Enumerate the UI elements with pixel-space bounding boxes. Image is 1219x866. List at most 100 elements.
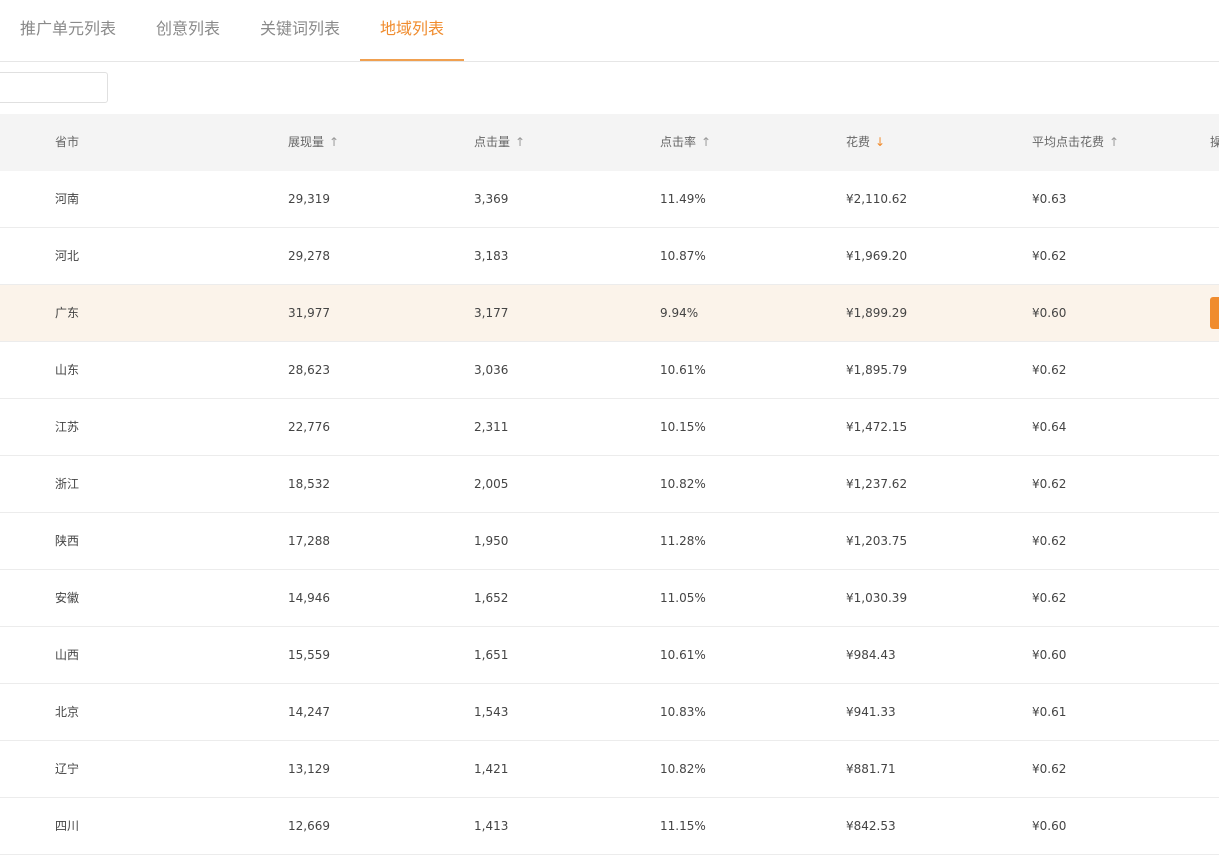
cell-clicks: 1,413 (474, 819, 509, 833)
tab-keywords[interactable]: 关键词列表 (240, 0, 360, 61)
cell-cost: ¥1,899.29 (846, 306, 908, 320)
row-action-button[interactable] (1210, 297, 1219, 329)
cell-province: 河南 (55, 192, 80, 206)
cell-avg-cpc: ¥0.62 (1032, 249, 1067, 263)
table-row[interactable]: 山东 28,623 3,036 10.61% ¥1,895.79 ¥0.62 (0, 342, 1219, 399)
cell-impressions: 29,278 (288, 249, 330, 263)
cell-avg-cpc: ¥0.64 (1032, 420, 1067, 434)
cell-clicks: 3,036 (474, 363, 509, 377)
cell-province: 北京 (55, 705, 80, 719)
header-province: 省市 (55, 135, 80, 149)
cell-cost: ¥941.33 (846, 705, 896, 719)
cell-clicks: 3,183 (474, 249, 509, 263)
header-avg-cpc[interactable]: 平均点击花费 ↑ (1032, 114, 1119, 171)
cell-ctr: 11.05% (660, 591, 706, 605)
cell-cost: ¥1,203.75 (846, 534, 908, 548)
cell-ctr: 10.15% (660, 420, 706, 434)
tab-regions[interactable]: 地域列表 (360, 0, 464, 61)
cell-avg-cpc: ¥0.62 (1032, 762, 1067, 776)
cell-clicks: 1,652 (474, 591, 509, 605)
cell-avg-cpc: ¥0.63 (1032, 192, 1067, 206)
table-row[interactable]: 安徽 14,946 1,652 11.05% ¥1,030.39 ¥0.62 (0, 570, 1219, 627)
cell-avg-cpc: ¥0.60 (1032, 306, 1067, 320)
cell-clicks: 1,421 (474, 762, 509, 776)
table-row[interactable]: 河北 29,278 3,183 10.87% ¥1,969.20 ¥0.62 (0, 228, 1219, 285)
table-row[interactable]: 陕西 17,288 1,950 11.28% ¥1,203.75 ¥0.62 (0, 513, 1219, 570)
table-row[interactable]: 四川 12,669 1,413 11.15% ¥842.53 ¥0.60 (0, 798, 1219, 855)
cell-impressions: 29,319 (288, 192, 330, 206)
cell-province: 广东 (55, 306, 80, 320)
table-row[interactable]: 河南 29,319 3,369 11.49% ¥2,110.62 ¥0.63 (0, 171, 1219, 228)
sort-up-icon[interactable]: ↑ (701, 114, 711, 171)
cell-clicks: 2,005 (474, 477, 509, 491)
header-avg-cpc-label: 平均点击花费 (1032, 135, 1105, 149)
cell-ctr: 11.49% (660, 192, 706, 206)
cell-province: 四川 (55, 819, 80, 833)
cell-cost: ¥1,895.79 (846, 363, 908, 377)
cell-avg-cpc: ¥0.62 (1032, 477, 1067, 491)
cell-province: 辽宁 (55, 762, 80, 776)
cell-ctr: 9.94% (660, 306, 699, 320)
cell-ctr: 10.87% (660, 249, 706, 263)
table-header: 省市 展现量 ↑ 点击量 ↑ 点击率 ↑ 花费 ↓ 平均点击花费 ↑ 操 (0, 114, 1219, 171)
table-row[interactable]: 江苏 22,776 2,311 10.15% ¥1,472.15 ¥0.64 (0, 399, 1219, 456)
cell-avg-cpc: ¥0.62 (1032, 591, 1067, 605)
sort-down-icon[interactable]: ↓ (875, 114, 885, 171)
header-impressions[interactable]: 展现量 ↑ (288, 114, 339, 171)
cell-province: 浙江 (55, 477, 80, 491)
cell-ctr: 10.83% (660, 705, 706, 719)
table-body: 河南 29,319 3,369 11.49% ¥2,110.62 ¥0.63 河北 29,27… (0, 171, 1219, 855)
cell-clicks: 1,543 (474, 705, 509, 719)
cell-avg-cpc: ¥0.62 (1032, 534, 1067, 548)
cell-ctr: 10.61% (660, 648, 706, 662)
cell-ctr: 10.82% (660, 762, 706, 776)
table-row[interactable]: 北京 14,247 1,543 10.83% ¥941.33 ¥0.61 (0, 684, 1219, 741)
header-clicks[interactable]: 点击量 ↑ (474, 114, 525, 171)
header-operation: 操 (1210, 135, 1219, 149)
cell-cost: ¥881.71 (846, 762, 896, 776)
cell-cost: ¥1,969.20 (846, 249, 908, 263)
cell-cost: ¥1,472.15 (846, 420, 908, 434)
region-table: 省市 展现量 ↑ 点击量 ↑ 点击率 ↑ 花费 ↓ 平均点击花费 ↑ 操 河南 29,319… (0, 114, 1219, 855)
tab-creatives[interactable]: 创意列表 (136, 0, 240, 61)
cell-cost: ¥2,110.62 (846, 192, 908, 206)
search-input[interactable] (0, 72, 108, 103)
tab-ad-units[interactable]: 推广单元列表 (0, 0, 136, 61)
sort-up-icon[interactable]: ↑ (515, 114, 525, 171)
page: 推广单元列表 创意列表 关键词列表 地域列表 省市 展现量 ↑ 点击量 ↑ 点击率 ↑… (0, 0, 1219, 866)
cell-impressions: 31,977 (288, 306, 330, 320)
sort-up-icon[interactable]: ↑ (1109, 114, 1119, 171)
cell-clicks: 3,177 (474, 306, 509, 320)
cell-avg-cpc: ¥0.61 (1032, 705, 1067, 719)
sort-up-icon[interactable]: ↑ (329, 114, 339, 171)
tab-bar: 推广单元列表 创意列表 关键词列表 地域列表 (0, 0, 1219, 62)
cell-province: 山西 (55, 648, 80, 662)
table-row[interactable]: 辽宁 13,129 1,421 10.82% ¥881.71 ¥0.62 (0, 741, 1219, 798)
table-row[interactable]: 山西 15,559 1,651 10.61% ¥984.43 ¥0.60 (0, 627, 1219, 684)
cell-province: 安徽 (55, 591, 80, 605)
cell-cost: ¥842.53 (846, 819, 896, 833)
cell-ctr: 10.82% (660, 477, 706, 491)
table-row[interactable]: 浙江 18,532 2,005 10.82% ¥1,237.62 ¥0.62 (0, 456, 1219, 513)
cell-impressions: 15,559 (288, 648, 330, 662)
cell-clicks: 1,651 (474, 648, 509, 662)
table-row[interactable]: 广东 31,977 3,177 9.94% ¥1,899.29 ¥0.60 (0, 285, 1219, 342)
header-cost[interactable]: 花费 ↓ (846, 114, 885, 171)
cell-cost: ¥1,237.62 (846, 477, 908, 491)
cell-impressions: 14,946 (288, 591, 330, 605)
cell-clicks: 1,950 (474, 534, 509, 548)
header-clicks-label: 点击量 (474, 135, 511, 149)
header-ctr[interactable]: 点击率 ↑ (660, 114, 711, 171)
cell-impressions: 17,288 (288, 534, 330, 548)
cell-province: 山东 (55, 363, 80, 377)
cell-cost: ¥984.43 (846, 648, 896, 662)
cell-impressions: 12,669 (288, 819, 330, 833)
cell-cost: ¥1,030.39 (846, 591, 908, 605)
header-impressions-label: 展现量 (288, 135, 325, 149)
cell-clicks: 3,369 (474, 192, 509, 206)
cell-clicks: 2,311 (474, 420, 509, 434)
cell-province: 江苏 (55, 420, 80, 434)
cell-avg-cpc: ¥0.62 (1032, 363, 1067, 377)
cell-impressions: 14,247 (288, 705, 330, 719)
header-cost-label: 花费 (846, 135, 871, 149)
